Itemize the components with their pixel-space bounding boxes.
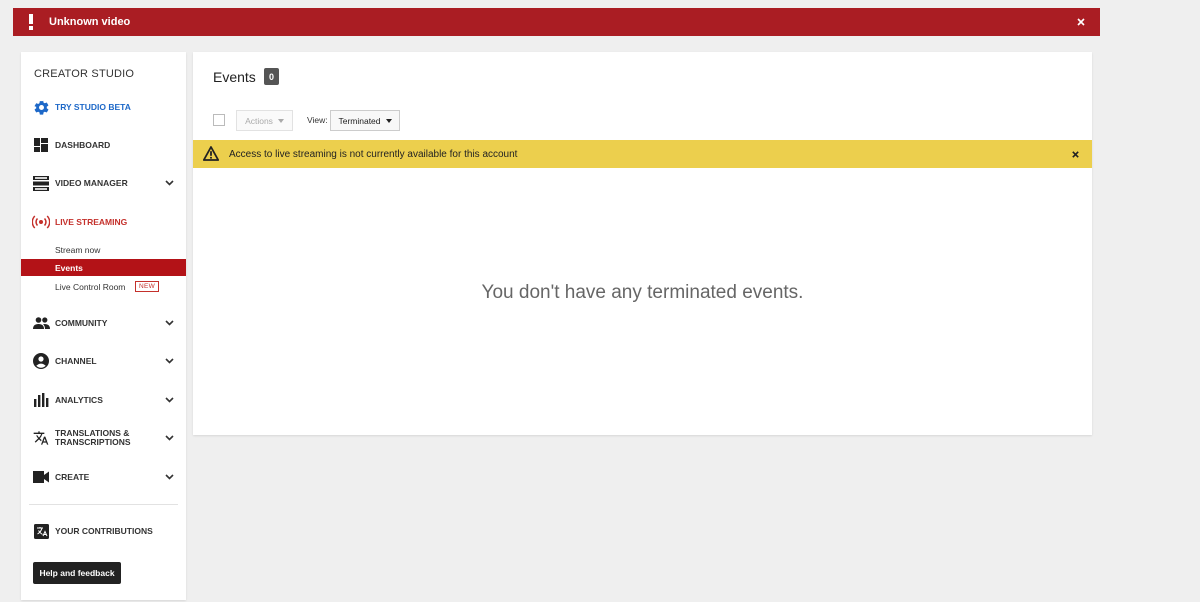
sidebar-item-label: DASHBOARD	[55, 139, 111, 150]
new-badge: NEW	[135, 281, 160, 292]
sidebar-item-channel[interactable]: CHANNEL	[21, 346, 186, 376]
sidebar-heading: CREATOR STUDIO	[34, 68, 135, 80]
sidebar-subitem-stream-now[interactable]: Stream now	[21, 241, 186, 258]
main-panel: Events 0 Actions View: Terminated Access…	[193, 52, 1092, 435]
people-icon	[32, 314, 50, 332]
sidebar-subitem-label: Events	[55, 262, 83, 273]
sidebar-item-community[interactable]: COMMUNITY	[21, 308, 186, 338]
actions-label: Actions	[245, 115, 273, 126]
sidebar: CREATOR STUDIO TRY STUDIO BETA DASHBOARD…	[21, 52, 186, 600]
chevron-down-icon[interactable]	[163, 432, 175, 444]
sidebar-item-video-manager[interactable]: VIDEO MANAGER	[21, 168, 186, 198]
chevron-down-icon[interactable]	[163, 317, 175, 329]
caret-down-icon	[277, 118, 284, 123]
sidebar-item-label: CHANNEL	[55, 355, 97, 366]
sidebar-item-analytics[interactable]: ANALYTICS	[21, 385, 186, 415]
help-and-feedback-button[interactable]: Help and feedback	[33, 562, 121, 584]
gear-icon	[32, 98, 50, 116]
dashboard-icon	[32, 136, 50, 154]
sidebar-item-label: CREATE	[55, 471, 90, 482]
view-select-value: Terminated	[338, 115, 381, 126]
sidebar-item-label: COMMUNITY	[55, 317, 108, 328]
account-circle-icon	[32, 352, 50, 370]
sidebar-item-live-streaming[interactable]: LIVE STREAMING	[21, 207, 186, 237]
translate-icon	[32, 429, 50, 447]
empty-state-message: You don't have any terminated events.	[481, 282, 804, 303]
sidebar-subitem-live-control-room[interactable]: Live Control Room NEW	[21, 278, 186, 295]
warning-message: Access to live streaming is not currentl…	[229, 148, 518, 160]
sidebar-item-label: YOUR CONTRIBUTIONS	[55, 525, 153, 536]
error-banner: Unknown video	[13, 8, 1100, 36]
translate-box-icon	[32, 522, 50, 540]
sidebar-item-label: TRANSLATIONS & TRANSCRIPTIONS	[55, 429, 131, 447]
sidebar-item-translations[interactable]: TRANSLATIONS & TRANSCRIPTIONS	[21, 423, 186, 453]
close-icon[interactable]	[1074, 15, 1088, 29]
sidebar-item-try-studio-beta[interactable]: TRY STUDIO BETA	[21, 92, 186, 122]
sidebar-item-label: LIVE STREAMING	[55, 216, 128, 227]
chevron-down-icon[interactable]	[163, 471, 175, 483]
view-label: View:	[307, 115, 328, 125]
chevron-down-icon[interactable]	[163, 394, 175, 406]
sidebar-item-dashboard[interactable]: DASHBOARD	[21, 130, 186, 160]
actions-button[interactable]: Actions	[236, 110, 293, 131]
sidebar-item-label: VIDEO MANAGER	[55, 177, 128, 188]
select-all-checkbox[interactable]	[213, 114, 225, 126]
sidebar-subitem-label: Stream now	[55, 244, 101, 255]
error-banner-title: Unknown video	[49, 16, 131, 28]
warning-bar: Access to live streaming is not currentl…	[193, 140, 1092, 168]
translations-line-2: TRANSCRIPTIONS	[55, 437, 131, 447]
chevron-down-icon[interactable]	[163, 355, 175, 367]
caret-down-icon	[385, 118, 392, 123]
sidebar-subitem-label: Live Control Room	[55, 281, 126, 292]
video-manager-icon	[32, 174, 50, 192]
sidebar-divider	[29, 504, 178, 505]
sidebar-item-label: TRY STUDIO BETA	[55, 101, 131, 112]
live-streaming-icon	[32, 213, 50, 231]
chevron-down-icon[interactable]	[163, 177, 175, 189]
warning-icon	[202, 146, 220, 162]
sidebar-subitem-events[interactable]: Events	[21, 259, 186, 276]
bar-chart-icon	[32, 391, 50, 409]
events-count-badge: 0	[264, 68, 279, 85]
video-camera-icon	[32, 468, 50, 486]
exclamation-icon	[13, 14, 49, 30]
sidebar-item-create[interactable]: CREATE	[21, 462, 186, 492]
page-title: Events	[213, 69, 256, 85]
sidebar-item-your-contributions[interactable]: YOUR CONTRIBUTIONS	[21, 516, 186, 546]
view-select[interactable]: Terminated	[330, 110, 400, 131]
sidebar-item-label: ANALYTICS	[55, 394, 103, 405]
close-icon[interactable]	[1069, 148, 1081, 160]
